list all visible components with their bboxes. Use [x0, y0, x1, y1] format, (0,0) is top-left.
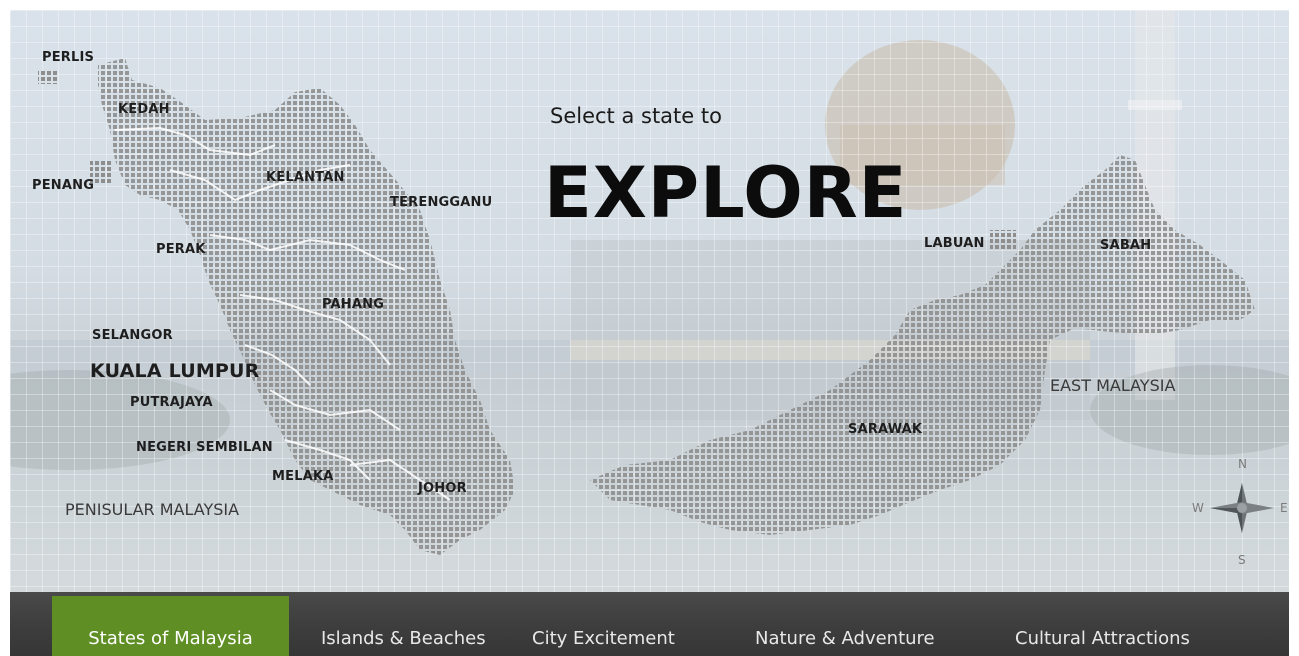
hero-title: EXPLORE	[544, 152, 908, 234]
state-label-negeri-sembilan[interactable]: NEGERI SEMBILAN	[136, 440, 273, 455]
category-nav-bar: States of Malaysia Islands & Beaches Cit…	[10, 592, 1289, 656]
state-label-melaka[interactable]: MELAKA	[272, 469, 334, 484]
compass-w: W	[1192, 501, 1204, 515]
state-label-johor[interactable]: JOHOR	[418, 481, 467, 496]
hero-banner: Select a state to EXPLORE PERLIS KEDAH P…	[10, 10, 1289, 592]
region-label-peninsular: PENISULAR MALAYSIA	[65, 500, 240, 519]
state-label-penang[interactable]: PENANG	[32, 178, 94, 193]
state-label-putrajaya[interactable]: PUTRAJAYA	[130, 395, 213, 410]
state-label-perlis[interactable]: PERLIS	[42, 50, 94, 65]
state-label-perak[interactable]: PERAK	[156, 242, 206, 257]
state-label-kelantan[interactable]: KELANTAN	[266, 170, 345, 185]
state-label-sabah[interactable]: SABAH	[1100, 238, 1151, 253]
nav-tab-city-excitement[interactable]: City Excitement	[532, 596, 675, 656]
compass-rose-icon: N S W E	[1170, 448, 1289, 578]
state-label-sarawak[interactable]: SARAWAK	[848, 422, 922, 437]
state-label-selangor[interactable]: SELANGOR	[92, 328, 173, 343]
region-label-east: EAST MALAYSIA	[1050, 376, 1176, 395]
state-label-labuan[interactable]: LABUAN	[924, 236, 985, 251]
compass-e: E	[1280, 501, 1288, 515]
compass-s: S	[1238, 553, 1246, 567]
state-label-terengganu[interactable]: TERENGGANU	[390, 195, 492, 210]
nav-tab-nature-adventure[interactable]: Nature & Adventure	[755, 596, 935, 656]
nav-tab-states-of-malaysia[interactable]: States of Malaysia	[52, 596, 289, 656]
state-label-kuala-lumpur[interactable]: KUALA LUMPUR	[90, 360, 260, 382]
state-label-pahang[interactable]: PAHANG	[322, 297, 384, 312]
hero-subtitle: Select a state to	[550, 104, 722, 128]
nav-tab-islands-beaches[interactable]: Islands & Beaches	[321, 596, 486, 656]
state-label-kedah[interactable]: KEDAH	[118, 102, 170, 117]
compass-n: N	[1238, 457, 1247, 471]
nav-tab-cultural-attractions[interactable]: Cultural Attractions	[1015, 596, 1190, 656]
